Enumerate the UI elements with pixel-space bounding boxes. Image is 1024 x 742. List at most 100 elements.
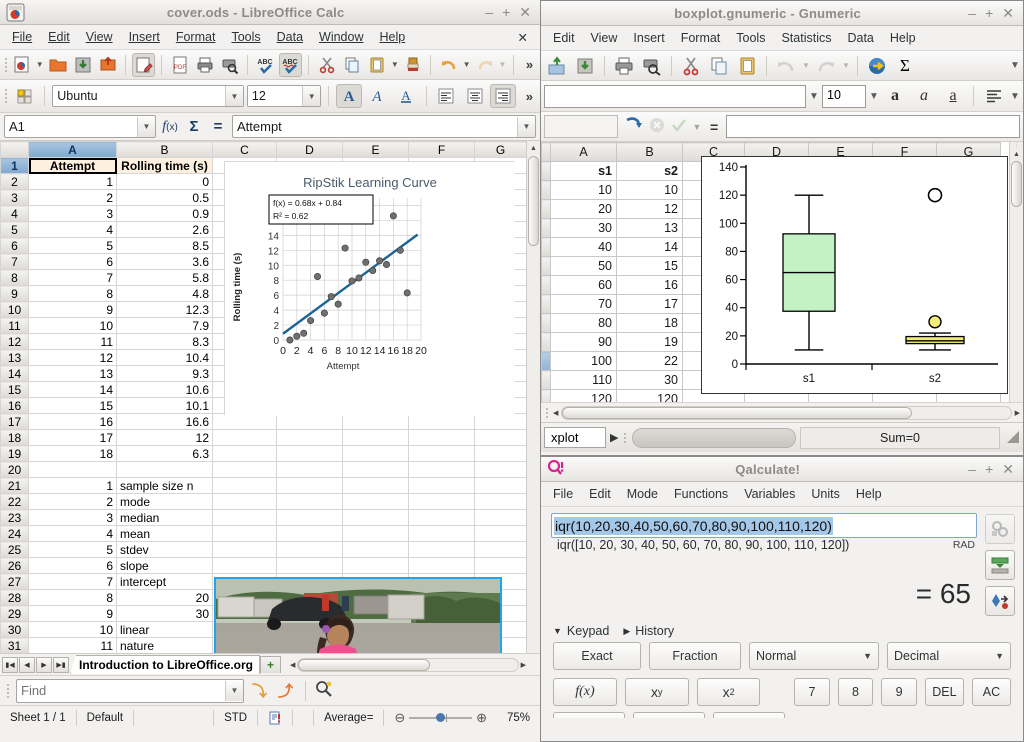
row-header-31[interactable]: 31	[0, 637, 29, 653]
undo-icon[interactable]	[437, 53, 460, 77]
cell-b4[interactable]: 0.9	[116, 205, 213, 222]
gnumeric-column-header-b[interactable]: B	[616, 142, 683, 162]
cell-c23[interactable]	[212, 509, 277, 526]
cell-b12[interactable]: 8.3	[116, 333, 213, 350]
gnumeric-cell-a4[interactable]: 30	[550, 218, 617, 238]
menu-edit[interactable]: Edit	[40, 27, 78, 47]
export-pdf-icon[interactable]: PDF	[168, 53, 191, 77]
history-expander[interactable]: ▶ History	[623, 624, 674, 638]
gnumeric-cell-b7[interactable]: 16	[616, 275, 683, 295]
gnumeric-row-header[interactable]	[541, 199, 551, 219]
table-row[interactable]: 20	[0, 461, 527, 478]
gnumeric-cell-a5[interactable]: 40	[550, 237, 617, 257]
find-next-icon[interactable]: ⤵	[249, 680, 270, 701]
convert-units-icon[interactable]	[985, 514, 1015, 544]
sheet-tab[interactable]: Introduction to LibreOffice.org	[70, 655, 260, 674]
row-header-3[interactable]: 3	[0, 189, 29, 206]
align-center-button[interactable]	[462, 84, 487, 108]
cell-a1[interactable]: Attempt	[28, 157, 117, 174]
font-size-combo[interactable]: 12 ▼	[246, 85, 322, 107]
gnumeric-cell-b9[interactable]: 18	[616, 313, 683, 333]
gnumeric-window-controls[interactable]: – + ✕	[968, 6, 1023, 20]
row-header-29[interactable]: 29	[0, 605, 29, 622]
cell-e26[interactable]	[342, 557, 409, 574]
cell-c21[interactable]	[212, 477, 277, 494]
cell-b7[interactable]: 3.6	[116, 253, 213, 270]
row-header-11[interactable]: 11	[0, 317, 29, 334]
formula-input-line[interactable]: Attempt ▼	[232, 115, 536, 138]
cell-a4[interactable]: 3	[28, 205, 117, 222]
menu-data[interactable]: Data	[839, 28, 881, 48]
gnumeric-row-header[interactable]	[541, 218, 551, 238]
gnumeric-sheet-next-icon[interactable]: ▶	[610, 431, 618, 444]
cell-f24[interactable]	[408, 525, 475, 542]
cell-a14[interactable]: 13	[28, 365, 117, 382]
cell-b24[interactable]: mean	[116, 525, 213, 542]
gnumeric-cell-b11[interactable]: 22	[616, 351, 683, 371]
menu-file[interactable]: File	[545, 484, 581, 504]
gnumeric-cell-ref-box[interactable]	[544, 115, 618, 138]
align-dropdown-icon[interactable]: ▼	[1010, 91, 1020, 102]
cell-b5[interactable]: 2.6	[116, 221, 213, 238]
gnumeric-column-header-a[interactable]: A	[550, 142, 617, 162]
menu-tools[interactable]: Tools	[223, 27, 268, 47]
cell-b30[interactable]: linear	[116, 621, 213, 638]
cell-f25[interactable]	[408, 541, 475, 558]
cell-d19[interactable]	[276, 445, 343, 462]
gnumeric-hscroll-row[interactable]: ◀ ▶	[541, 402, 1023, 422]
gnumeric-cell-a2[interactable]: 10	[550, 180, 617, 200]
close-button[interactable]: ✕	[1002, 6, 1014, 20]
row-header-6[interactable]: 6	[0, 237, 29, 254]
gnumeric-scroll-thumb[interactable]	[1011, 161, 1022, 207]
keypad-button-r2c1[interactable]	[553, 712, 625, 718]
cell-b27[interactable]: intercept	[116, 573, 213, 590]
fmtbar-overflow-button[interactable]: »	[522, 89, 537, 104]
cell-a8[interactable]: 7	[28, 269, 117, 286]
paste-icon[interactable]	[365, 53, 388, 77]
cell-b20[interactable]	[116, 461, 213, 478]
menu-format[interactable]: Format	[673, 28, 729, 48]
row-header-18[interactable]: 18	[0, 429, 29, 446]
find-input[interactable]	[17, 683, 225, 698]
cell-g25[interactable]	[474, 541, 527, 558]
gnumeric-row-header[interactable]	[541, 161, 551, 181]
cell-g26[interactable]	[474, 557, 527, 574]
cell-a28[interactable]: 8	[28, 589, 117, 606]
cell-e22[interactable]	[342, 493, 409, 510]
menu-view[interactable]: View	[583, 28, 626, 48]
gnumeric-formula-bar[interactable]: ▼ =	[541, 112, 1023, 142]
cell-c25[interactable]	[212, 541, 277, 558]
print-preview-icon[interactable]	[639, 54, 665, 78]
cell-a27[interactable]: 7	[28, 573, 117, 590]
column-header-d[interactable]: D	[276, 141, 343, 158]
row-header-19[interactable]: 19	[0, 445, 29, 462]
all-clear-button[interactable]: AC	[971, 678, 1012, 706]
font-name-box[interactable]	[544, 84, 806, 108]
cell-b2[interactable]: 0	[116, 173, 213, 190]
gnumeric-cell-a7[interactable]: 60	[550, 275, 617, 295]
cell-f18[interactable]	[408, 429, 475, 446]
align-button[interactable]	[981, 84, 1007, 108]
ripstik-photo[interactable]	[214, 577, 502, 653]
cell-e25[interactable]	[342, 541, 409, 558]
row-header-17[interactable]: 17	[0, 413, 29, 430]
qalculate-window[interactable]: Qalculate! – + ✕ File Edit Mode Function…	[540, 456, 1024, 742]
next-sheet-button[interactable]: ▶	[36, 656, 52, 673]
cell-b9[interactable]: 4.8	[116, 285, 213, 302]
cell-g21[interactable]	[474, 477, 527, 494]
gnumeric-menubar[interactable]: Edit View Insert Format Tools Statistics…	[541, 26, 1023, 51]
row-header-2[interactable]: 2	[0, 173, 29, 190]
cell-a26[interactable]: 6	[28, 557, 117, 574]
gnumeric-row-header[interactable]	[541, 389, 551, 402]
font-size-box[interactable]: 10	[822, 84, 866, 108]
cell-a16[interactable]: 15	[28, 397, 117, 414]
expression-input[interactable]: iqr(10,20,30,40,50,60,70,80,90,100,110,1…	[551, 513, 977, 538]
cell-d23[interactable]	[276, 509, 343, 526]
approximation-select[interactable]: Normal ▼	[749, 642, 879, 670]
cell-c20[interactable]	[212, 461, 277, 478]
cell-b22[interactable]: mode	[116, 493, 213, 510]
menu-functions[interactable]: Functions	[666, 484, 736, 504]
row-header-9[interactable]: 9	[0, 285, 29, 302]
row-header-22[interactable]: 22	[0, 493, 29, 510]
cell-a23[interactable]: 3	[28, 509, 117, 526]
